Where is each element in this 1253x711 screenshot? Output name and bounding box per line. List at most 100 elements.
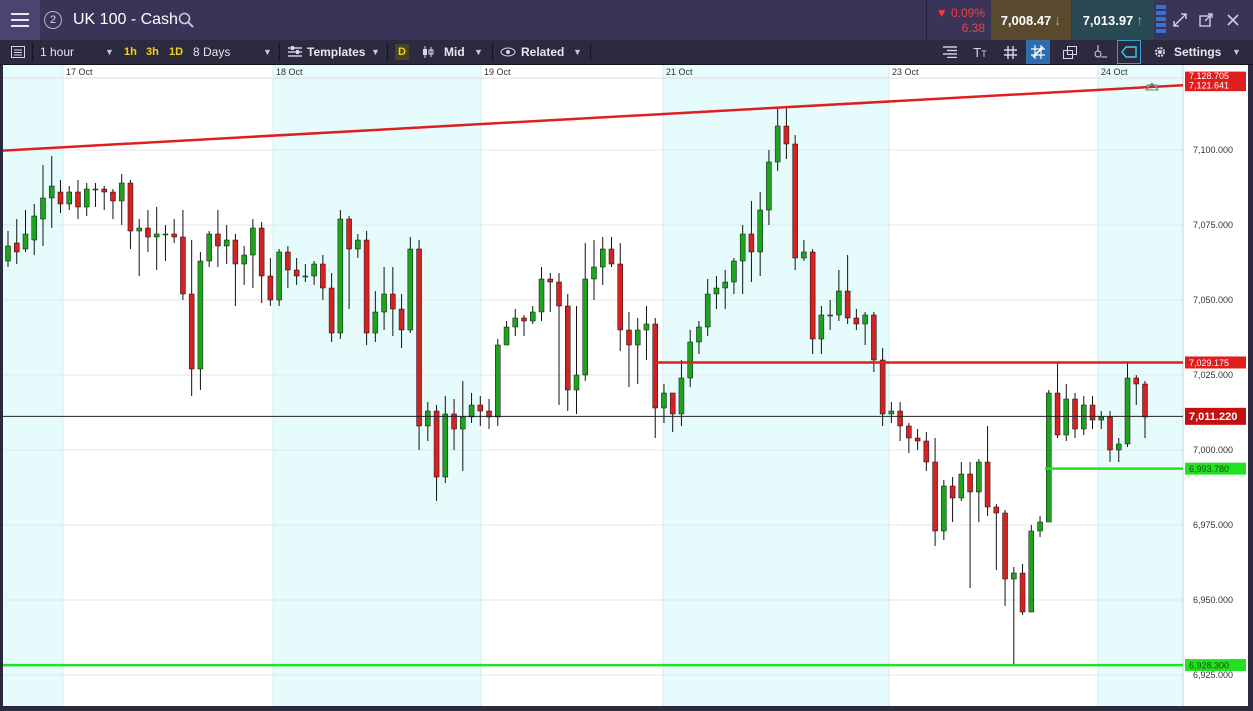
candle-body	[57, 191, 64, 205]
candle-body	[565, 305, 571, 391]
candle-body	[626, 329, 632, 346]
interval-select[interactable]: 1 hour	[40, 40, 74, 64]
depth-button[interactable]	[1155, 0, 1167, 40]
candle-body	[188, 293, 195, 370]
label-tool-button[interactable]	[1117, 40, 1141, 64]
candle-body	[162, 233, 169, 236]
candle-body	[1098, 416, 1105, 421]
candle-body	[888, 410, 895, 415]
candle-body	[92, 188, 99, 191]
candle-body	[1019, 572, 1026, 613]
layers-button[interactable]	[1058, 40, 1082, 64]
candle-body	[1116, 443, 1122, 451]
candle-body	[1124, 377, 1131, 445]
x-axis-label: 19 Oct	[484, 67, 511, 77]
candle-body	[40, 197, 46, 220]
chevron-down-icon: ▼	[371, 47, 380, 57]
y-axis-label: 7,050.000	[1193, 295, 1233, 305]
x-axis-label: 24 Oct	[1101, 67, 1128, 77]
candle-type-icon[interactable]	[418, 40, 442, 64]
candle-body	[731, 260, 737, 283]
candle-body	[22, 233, 29, 250]
x-axis-label: 21 Oct	[666, 67, 693, 77]
candle-body	[530, 311, 536, 322]
buy-button[interactable]: 7,013.97 ↑	[1072, 0, 1154, 40]
settings-gear[interactable]	[1148, 40, 1172, 64]
panel-toggle[interactable]	[6, 40, 30, 64]
quick-interval-1h[interactable]: 1h	[124, 40, 137, 64]
divider	[590, 43, 591, 61]
candle-body	[958, 473, 965, 499]
candle-body	[101, 188, 107, 193]
list-icon	[11, 46, 25, 58]
candle-body	[608, 248, 615, 265]
grid-button[interactable]	[998, 40, 1022, 64]
price-type-select[interactable]: Mid	[444, 40, 465, 64]
range-select[interactable]: 8 Days	[193, 40, 230, 64]
candle-body	[967, 473, 973, 493]
candle-body	[774, 125, 781, 163]
candle-body	[993, 506, 1000, 514]
templates-menu[interactable]: Templates	[307, 40, 365, 64]
y-axis-label: 6,925.000	[1193, 670, 1233, 680]
search-icon[interactable]	[178, 12, 194, 28]
layers-icon	[1063, 45, 1077, 59]
candle-body	[704, 293, 711, 328]
candle-body	[827, 314, 833, 317]
candle-body	[984, 461, 991, 508]
price-alert-icon	[1094, 45, 1107, 58]
close-icon	[1227, 14, 1239, 26]
y-axis-label: 6,950.000	[1193, 595, 1233, 605]
arrow-down-icon: ↓	[1054, 12, 1062, 28]
menu-button[interactable]	[0, 0, 40, 40]
quick-interval-1d[interactable]: 1D	[169, 40, 183, 64]
chart-toolbar: 1 hour ▼ 1h 3h 1D 8 Days ▼ Templates ▼ D…	[0, 40, 1253, 65]
quick-interval-3h[interactable]: 3h	[146, 40, 159, 64]
candle-body	[495, 344, 501, 418]
divider	[279, 43, 280, 61]
indicator-list-button[interactable]	[938, 40, 962, 64]
sell-button[interactable]: 7,008.47 ↓	[991, 0, 1071, 40]
popout-button[interactable]	[1196, 0, 1216, 40]
candle-body	[503, 326, 510, 346]
candle-body	[599, 248, 606, 268]
candle-body	[127, 182, 134, 232]
candle-body	[285, 251, 291, 271]
candle-body	[363, 239, 370, 334]
candle-body	[442, 413, 449, 478]
d-button[interactable]: D	[395, 44, 409, 60]
candle-body	[582, 278, 588, 376]
candle-body	[206, 233, 212, 262]
candle-body	[1054, 392, 1061, 436]
candle-body	[739, 233, 746, 262]
candle-body	[669, 392, 676, 415]
crosshair-button[interactable]	[1026, 40, 1050, 64]
candle-body	[696, 326, 702, 343]
instrument-title[interactable]: UK 100 - Cash	[73, 0, 178, 40]
price-chart[interactable]: 17 Oct 18 Oct 19 Oct 21 Oct 23 Oct 24 Oct 7,10…	[2, 65, 1248, 706]
candle-body	[914, 437, 921, 442]
candle-body	[110, 191, 116, 202]
candle-body	[1072, 398, 1078, 430]
candle-body	[223, 239, 230, 247]
candle-body	[949, 485, 956, 499]
price-tag-resistance: 7,029.175	[1189, 358, 1229, 368]
workspace-badge[interactable]: 2	[42, 0, 64, 40]
change-percent: ▼ 0.09%	[935, 6, 985, 20]
expand-button[interactable]	[1170, 0, 1190, 40]
candle-body	[31, 215, 37, 241]
settings-menu[interactable]: Settings	[1174, 40, 1221, 64]
text-tool-button[interactable]: TT	[968, 40, 992, 64]
x-axis-label: 17 Oct	[66, 67, 93, 77]
alert-button[interactable]	[1088, 40, 1112, 64]
candle-body	[407, 248, 414, 331]
candle-body	[1081, 404, 1087, 430]
related-menu[interactable]: Related	[521, 40, 564, 64]
crosshair-grid-icon	[1031, 45, 1045, 59]
chevron-down-icon: ▼	[573, 47, 582, 57]
close-button[interactable]	[1222, 0, 1244, 40]
price-tag-support-lower: 6,928.300	[1189, 661, 1229, 671]
chart-area[interactable]: 17 Oct 18 Oct 19 Oct 21 Oct 23 Oct 24 Oct 7,10…	[2, 65, 1248, 706]
label-tag-icon	[1121, 46, 1137, 58]
candle-body	[276, 251, 282, 301]
